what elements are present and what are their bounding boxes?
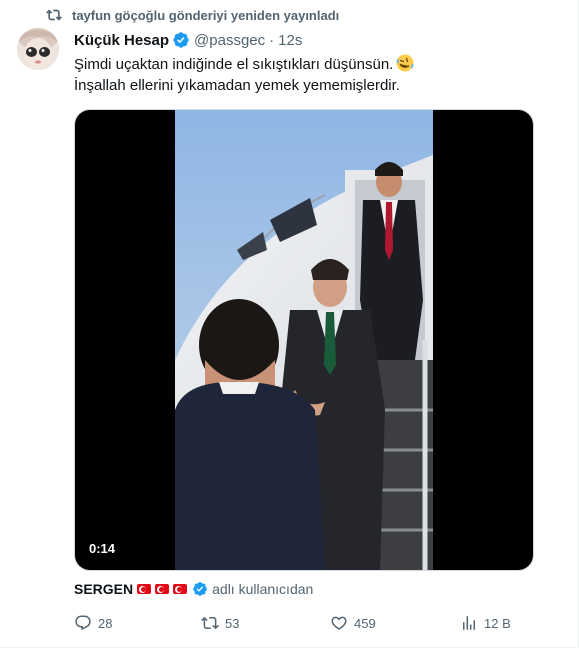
video-player[interactable]: 0:14 [74,109,534,571]
video-duration: 0:14 [89,541,116,556]
repost-text: tayfun göçoğlu gönderiyi yeniden yayınla… [72,7,340,23]
turkey-flag-icon [155,584,170,594]
post-text-line: Şimdi uçaktan indiğinde el sıkıştıkları … [74,54,554,75]
reply-icon [75,615,91,631]
author-handle[interactable]: @passgec [194,32,265,49]
heart-icon [331,616,347,630]
author-name[interactable]: Küçük Hesap [74,32,169,49]
avatar[interactable] [17,28,59,70]
turkey-flag-icon [137,584,152,594]
verified-badge-icon [193,582,207,596]
action-bar: 28 53 459 12 B [74,612,534,634]
reply-button[interactable]: 28 [74,612,112,634]
post-time[interactable]: 12s [278,32,302,49]
repost-count: 53 [225,615,240,631]
repost-button[interactable]: 53 [201,612,239,634]
like-count: 459 [354,615,376,631]
credit-suffix: adlı kullanıcıdan [212,581,314,597]
like-button[interactable]: 459 [330,612,376,634]
analytics-icon [463,616,475,630]
post-header: Küçük Hesap @passgec · 12s [74,30,302,50]
rolling-on-the-floor-laughing-emoji [396,54,414,72]
repost-context[interactable]: tayfun göçoğlu gönderiyi yeniden yayınla… [46,6,339,24]
separator-dot: · [269,31,275,49]
view-count: 12 B [484,615,511,631]
post-text: Şimdi uçaktan indiğinde el sıkıştıkları … [74,54,554,96]
avatar-image [17,28,59,70]
repost-icon [46,9,62,21]
credit-name[interactable]: SERGEN [74,581,133,597]
media-credit[interactable]: SERGEN adlı kullanıcıdan [74,580,313,598]
views-button[interactable]: 12 B [460,612,511,634]
verified-badge-icon[interactable] [172,31,190,49]
repost-icon [201,616,219,630]
video-thumbnail [175,110,433,570]
post-text-line: İnşallah ellerini yıkamadan yemek yememi… [74,77,400,94]
turkey-flag-icon [173,584,188,594]
reply-count: 28 [98,615,113,631]
